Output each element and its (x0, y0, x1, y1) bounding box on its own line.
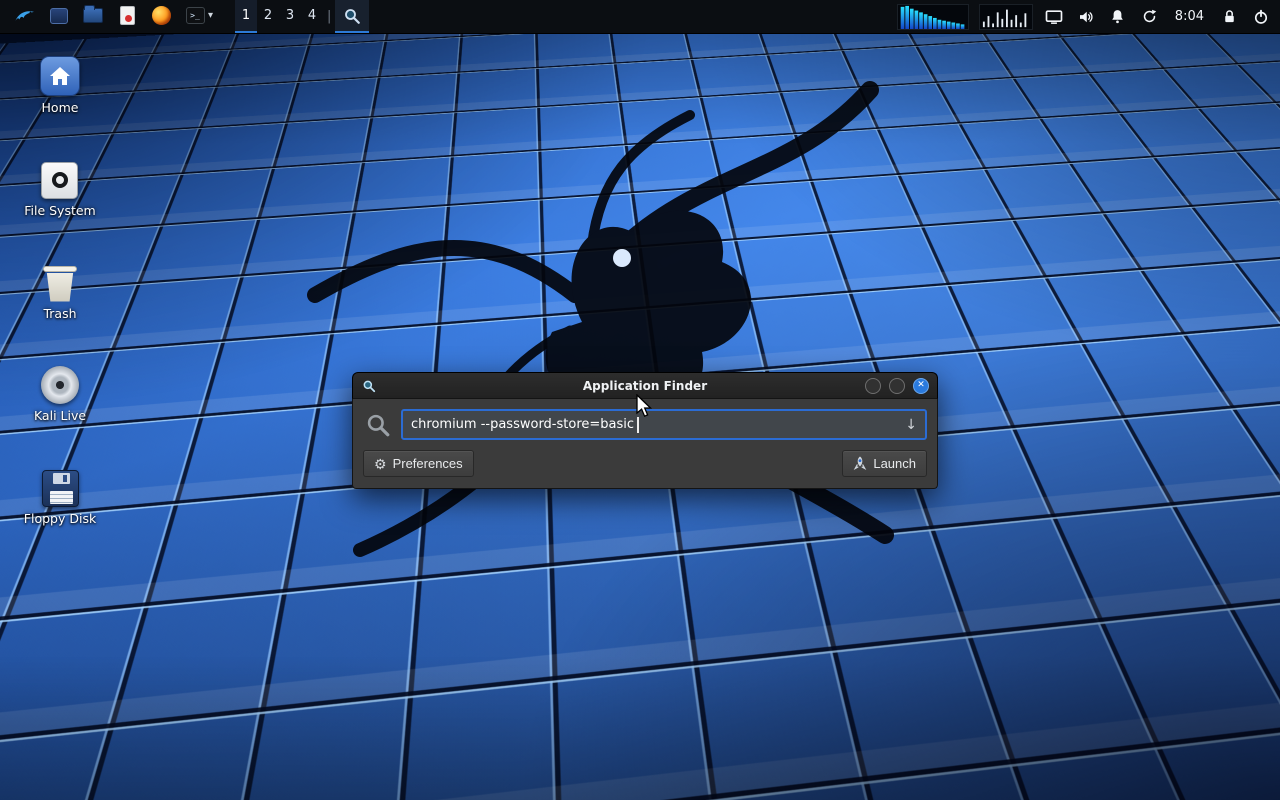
desktop-icon-trash[interactable]: Trash (43, 258, 76, 321)
desktop-icon-label: Trash (43, 307, 76, 321)
preferences-button[interactable]: ⚙ Preferences (363, 450, 474, 477)
desktop-icon-label: Floppy Disk (24, 512, 96, 526)
close-button[interactable]: ✕ (913, 378, 929, 394)
desktop-icon-label: Home (42, 101, 79, 115)
workspace-1[interactable]: 1 (235, 0, 257, 33)
search-input-value: chromium --password-store=basic (411, 417, 634, 432)
gear-icon: ⚙ (374, 457, 387, 471)
disc-icon (41, 366, 79, 404)
spectrum-graph[interactable] (897, 4, 969, 30)
launcher-firefox[interactable] (144, 0, 178, 33)
desktop-icon-kali-live[interactable]: Kali Live (34, 360, 86, 423)
panel-separator: | (323, 0, 335, 33)
search-icon (363, 410, 393, 440)
volume-icon[interactable] (1075, 6, 1097, 28)
maximize-button[interactable] (889, 378, 905, 394)
preferences-button-label: Preferences (393, 456, 463, 471)
app-finder-task-button[interactable] (335, 0, 369, 33)
window-title: Application Finder (353, 379, 937, 393)
home-icon (40, 56, 80, 96)
launcher-file-manager[interactable] (76, 0, 110, 33)
launch-button-label: Launch (873, 456, 916, 471)
launch-button[interactable]: Launch (842, 450, 927, 477)
trash-icon (45, 266, 75, 302)
desktop-icon-home[interactable]: Home (40, 52, 80, 115)
panel-right-group: 8:04 (897, 0, 1272, 33)
terminal-icon: >_ (184, 5, 206, 27)
window-controls: ✕ (865, 378, 929, 394)
search-icon (341, 5, 363, 27)
panel-left-group: >_ ▾ 1 2 3 4 | (8, 0, 369, 33)
lock-icon[interactable] (1218, 6, 1240, 28)
display-icon[interactable] (1043, 6, 1065, 28)
firefox-icon (150, 5, 172, 27)
kali-logo-icon (14, 5, 36, 27)
launch-icon (853, 456, 867, 472)
floppy-icon (42, 470, 79, 507)
file-manager-icon (82, 5, 104, 27)
desktop-icon-file-system[interactable]: File System (24, 155, 96, 218)
top-panel: >_ ▾ 1 2 3 4 | (0, 0, 1280, 34)
file-system-icon (41, 162, 78, 199)
button-row: ⚙ Preferences Launch (363, 450, 927, 477)
launcher-terminal[interactable]: >_ ▾ (178, 0, 219, 33)
workspace-3[interactable]: 3 (279, 0, 301, 33)
update-icon[interactable] (1139, 6, 1161, 28)
cpu-graph[interactable] (979, 4, 1033, 30)
clock[interactable]: 8:04 (1171, 9, 1208, 24)
minimize-button[interactable] (865, 378, 881, 394)
notifications-bell-icon[interactable] (1107, 6, 1129, 28)
kali-dragon-silhouette (270, 60, 910, 620)
desktop-icon-list: Home File System Trash Kali Live Floppy … (12, 52, 108, 526)
workspace-4[interactable]: 4 (301, 0, 323, 33)
window-search-icon (361, 378, 377, 394)
window-icon (48, 5, 70, 27)
application-finder-window: Application Finder ✕ chromium --password… (352, 372, 938, 489)
desktop-icon-floppy-disk[interactable]: Floppy Disk (24, 463, 96, 526)
launcher-text-editor[interactable] (110, 0, 144, 33)
text-editor-icon (116, 5, 138, 27)
logout-icon[interactable] (1250, 6, 1272, 28)
kali-menu-button[interactable] (8, 0, 42, 33)
history-down-arrow-icon[interactable]: ↓ (905, 417, 917, 433)
launcher-window[interactable] (42, 0, 76, 33)
desktop-icon-label: Kali Live (34, 409, 86, 423)
desktop-icon-label: File System (24, 204, 96, 218)
workspace-2[interactable]: 2 (257, 0, 279, 33)
chevron-down-icon[interactable]: ▾ (208, 10, 213, 21)
mouse-cursor (634, 394, 654, 422)
search-input[interactable]: chromium --password-store=basic ↓ (401, 409, 927, 440)
